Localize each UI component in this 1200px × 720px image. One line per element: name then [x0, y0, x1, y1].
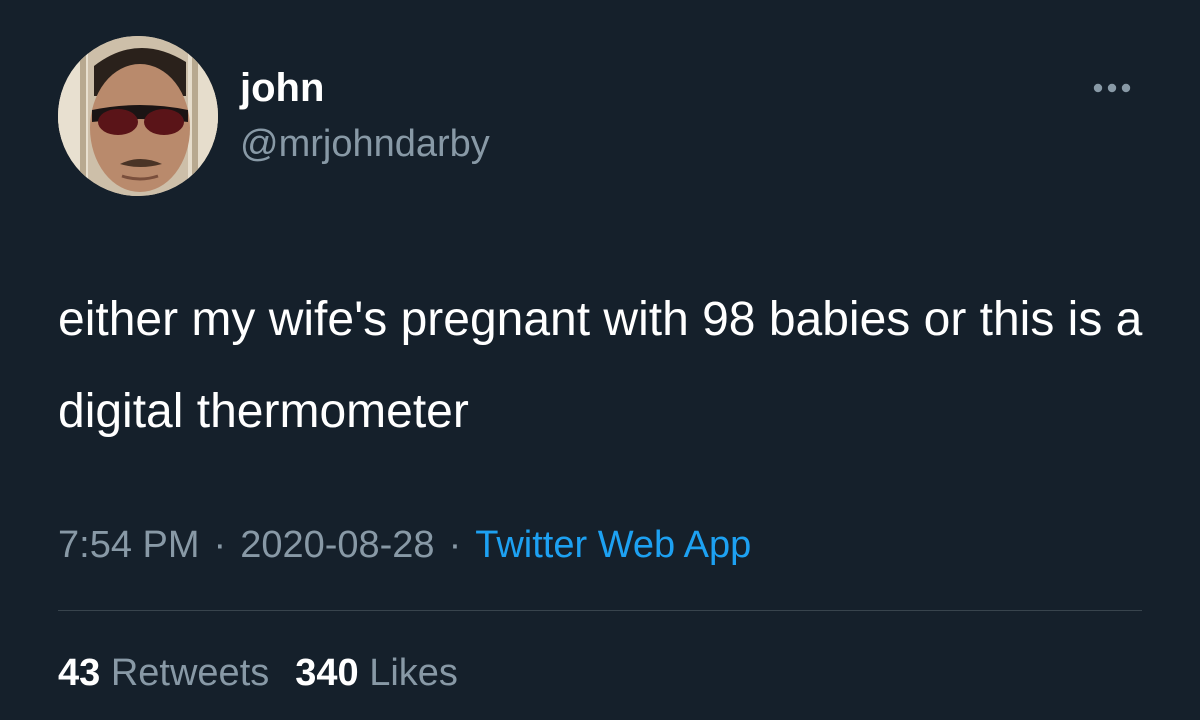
tweet-time[interactable]: 7:54 PM	[58, 524, 200, 566]
meta-separator: ·	[448, 524, 462, 566]
likes-stat[interactable]: 340 Likes	[295, 652, 458, 694]
tweet-stats: 43 Retweets 340 Likes	[58, 648, 458, 698]
divider	[58, 610, 1142, 611]
tweet-meta: 7:54 PM · 2020-08-28 · Twitter Web App	[58, 520, 751, 570]
retweets-stat[interactable]: 43 Retweets	[58, 652, 269, 694]
user-handle[interactable]: @mrjohndarby	[240, 121, 490, 167]
tweet-card: john @mrjohndarby either my wife's pregn…	[0, 0, 1200, 720]
tweet-source-link[interactable]: Twitter Web App	[475, 524, 751, 566]
avatar[interactable]	[58, 36, 218, 196]
tweet-text: either my wife's pregnant with 98 babies…	[58, 293, 1143, 438]
more-options-button[interactable]	[1082, 72, 1142, 104]
retweets-label: Retweets	[110, 652, 270, 694]
tweet-date[interactable]: 2020-08-28	[240, 524, 434, 566]
avatar-photo	[58, 36, 218, 196]
retweets-count: 43	[58, 652, 101, 694]
meta-separator: ·	[213, 524, 227, 566]
more-dots-icon	[1093, 83, 1131, 93]
likes-label: Likes	[369, 652, 458, 694]
display-name[interactable]: john	[240, 64, 324, 112]
likes-count: 340	[295, 652, 359, 694]
